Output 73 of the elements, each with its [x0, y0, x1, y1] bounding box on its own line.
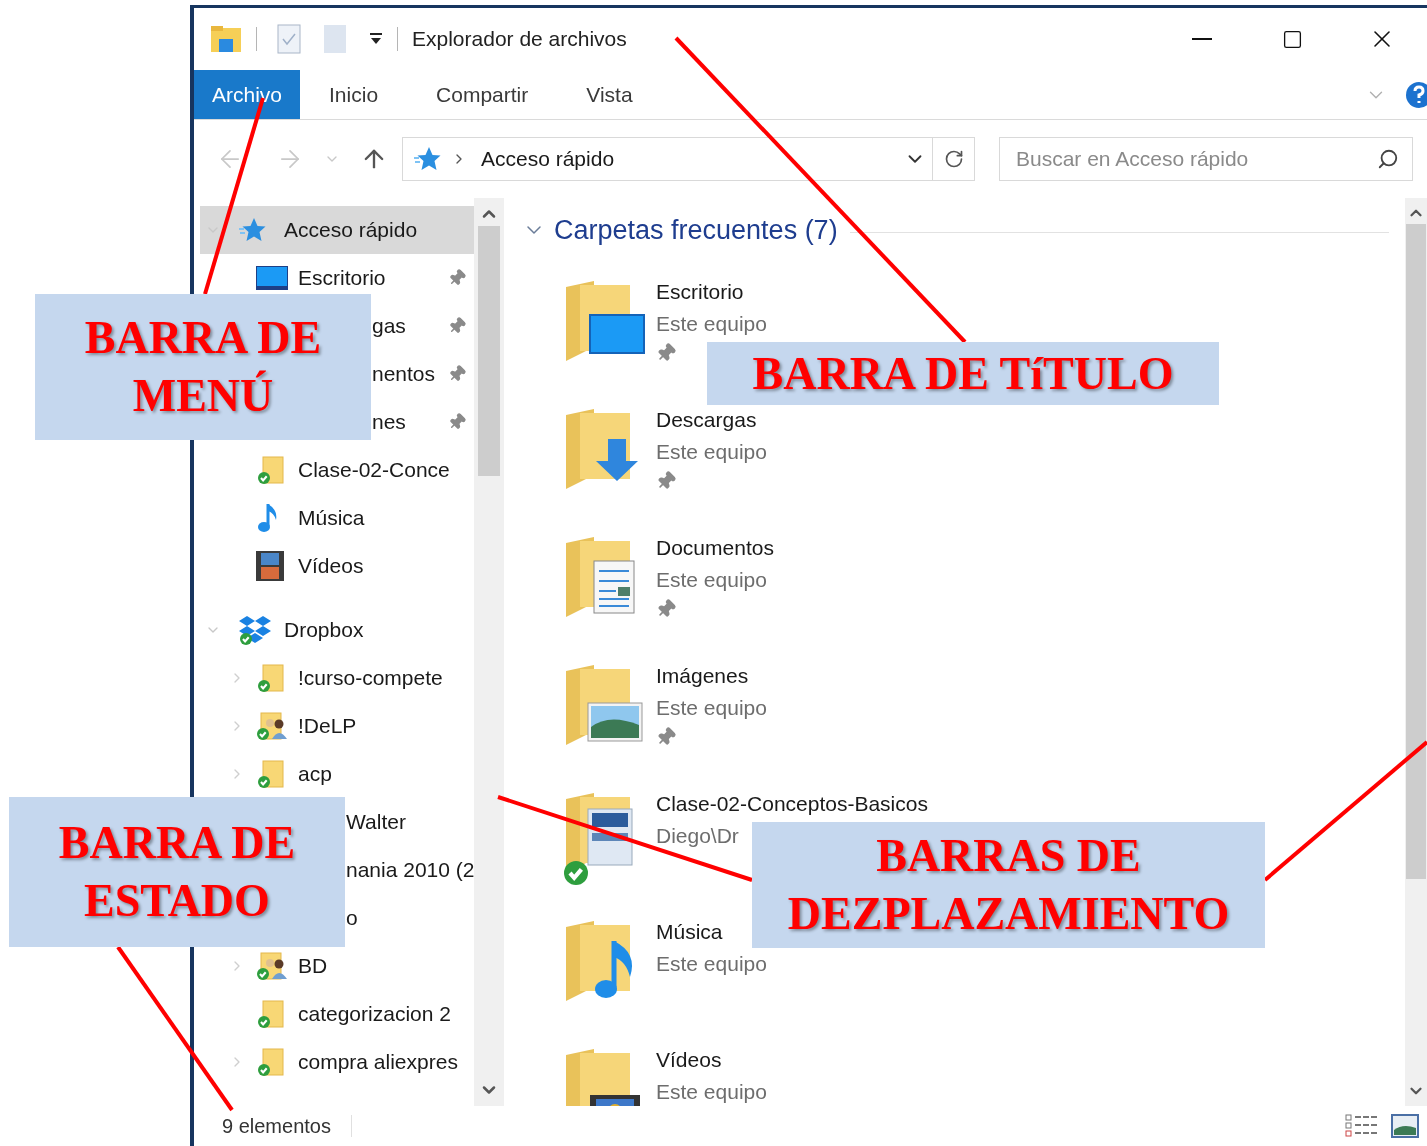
- refresh-icon: [943, 149, 964, 169]
- folder-location: Este equipo: [656, 951, 767, 977]
- nav-item[interactable]: Walter: [346, 807, 474, 837]
- folder-location: Este equipo: [656, 1079, 767, 1105]
- address-location[interactable]: Acceso rápido: [481, 143, 615, 175]
- callout-label: BARRA DE ESTADO: [9, 797, 345, 947]
- nav-item[interactable]: Vídeos: [194, 551, 474, 581]
- nav-item[interactable]: !curso-compete: [194, 663, 474, 693]
- callout-label: BARRAS DE DEZPLAZAMIENTO: [752, 822, 1265, 948]
- search-icon[interactable]: [1377, 148, 1399, 170]
- large-icons-view-icon[interactable]: [1391, 1114, 1419, 1138]
- folder-icon: [256, 759, 286, 789]
- folder-name[interactable]: Documentos: [656, 535, 774, 561]
- folder-location: Este equipo: [656, 695, 767, 721]
- nav-item[interactable]: Clase-02-Conce: [194, 455, 474, 485]
- nav-item[interactable]: BD: [194, 951, 474, 981]
- nav-item[interactable]: Música: [194, 503, 474, 533]
- help-icon[interactable]: [1405, 80, 1427, 109]
- ribbon-tab[interactable]: Compartir: [407, 70, 558, 119]
- shared-folder-icon: [256, 951, 288, 981]
- address-field[interactable]: Acceso rápido: [402, 137, 975, 181]
- ribbon-tab[interactable]: Vista: [557, 70, 662, 119]
- minimize-icon: [1192, 38, 1212, 40]
- scrollbar[interactable]: [474, 198, 504, 1106]
- star-icon: [238, 217, 266, 243]
- folder-location: Diego\Dr: [656, 823, 739, 849]
- nav-item[interactable]: Escritorio: [194, 263, 474, 293]
- folder-location: Este equipo: [656, 311, 767, 337]
- nav-item[interactable]: nes: [372, 407, 474, 437]
- nav-item[interactable]: o: [346, 903, 474, 933]
- ribbon-tab[interactable]: Inicio: [300, 70, 408, 119]
- scrollbar[interactable]: [1405, 198, 1427, 1106]
- folder-name[interactable]: Música: [656, 919, 723, 945]
- details-view-icon[interactable]: [1345, 1113, 1379, 1139]
- window-title: Explorador de archivos: [412, 26, 627, 53]
- ribbon-tab[interactable]: Archivo: [194, 70, 301, 119]
- callout-label: BARRA DE MENÚ: [35, 294, 371, 440]
- folder-name[interactable]: Vídeos: [656, 1047, 722, 1073]
- folder-name[interactable]: Escritorio: [656, 279, 744, 305]
- properties-icon[interactable]: [277, 24, 301, 54]
- boxes-icon: [238, 614, 272, 646]
- maximize-icon: [1281, 28, 1303, 50]
- nav-item[interactable]: !DeLP: [194, 711, 474, 741]
- folder-location: Este equipo: [656, 439, 767, 465]
- star-icon: [413, 146, 441, 172]
- new-folder-icon[interactable]: [323, 24, 347, 54]
- folder-name[interactable]: Descargas: [656, 407, 757, 433]
- folder-icon: [256, 455, 286, 485]
- folder-name[interactable]: Imágenes: [656, 663, 749, 689]
- film-icon: [256, 551, 284, 581]
- scroll-thumb[interactable]: [478, 226, 500, 476]
- search-field[interactable]: Buscar en Acceso rápido: [999, 137, 1413, 181]
- nav-item[interactable]: Dropbox: [200, 606, 474, 654]
- item-count: 9 elementos: [222, 1114, 331, 1139]
- folder-name[interactable]: Clase-02-Conceptos-Basicos: [656, 791, 928, 817]
- folder-location: Este equipo: [656, 567, 767, 593]
- nav-item[interactable]: acp: [194, 759, 474, 789]
- scroll-thumb[interactable]: [1406, 224, 1426, 879]
- section-heading: Carpetas frecuentes (7): [554, 213, 838, 247]
- folder-icon[interactable]: [210, 25, 242, 53]
- shared-folder-icon: [256, 711, 288, 741]
- nav-item[interactable]: compra aliexpres: [194, 1047, 474, 1077]
- nav-item[interactable]: nania 2010 (2: [346, 855, 474, 885]
- customize-dropdown-icon[interactable]: [369, 33, 383, 45]
- folder-icon: [256, 1047, 286, 1077]
- monitor-icon: [256, 266, 288, 290]
- folder-icon: [256, 999, 286, 1029]
- nav-item[interactable]: nentos: [372, 359, 474, 389]
- folder-icon: [256, 663, 286, 693]
- callout-label: BARRA DE TíTULO: [707, 342, 1219, 405]
- nav-item[interactable]: categorizacion 2: [194, 999, 474, 1029]
- nav-item[interactable]: Acceso rápido: [200, 206, 474, 254]
- nav-item[interactable]: gas: [372, 311, 474, 341]
